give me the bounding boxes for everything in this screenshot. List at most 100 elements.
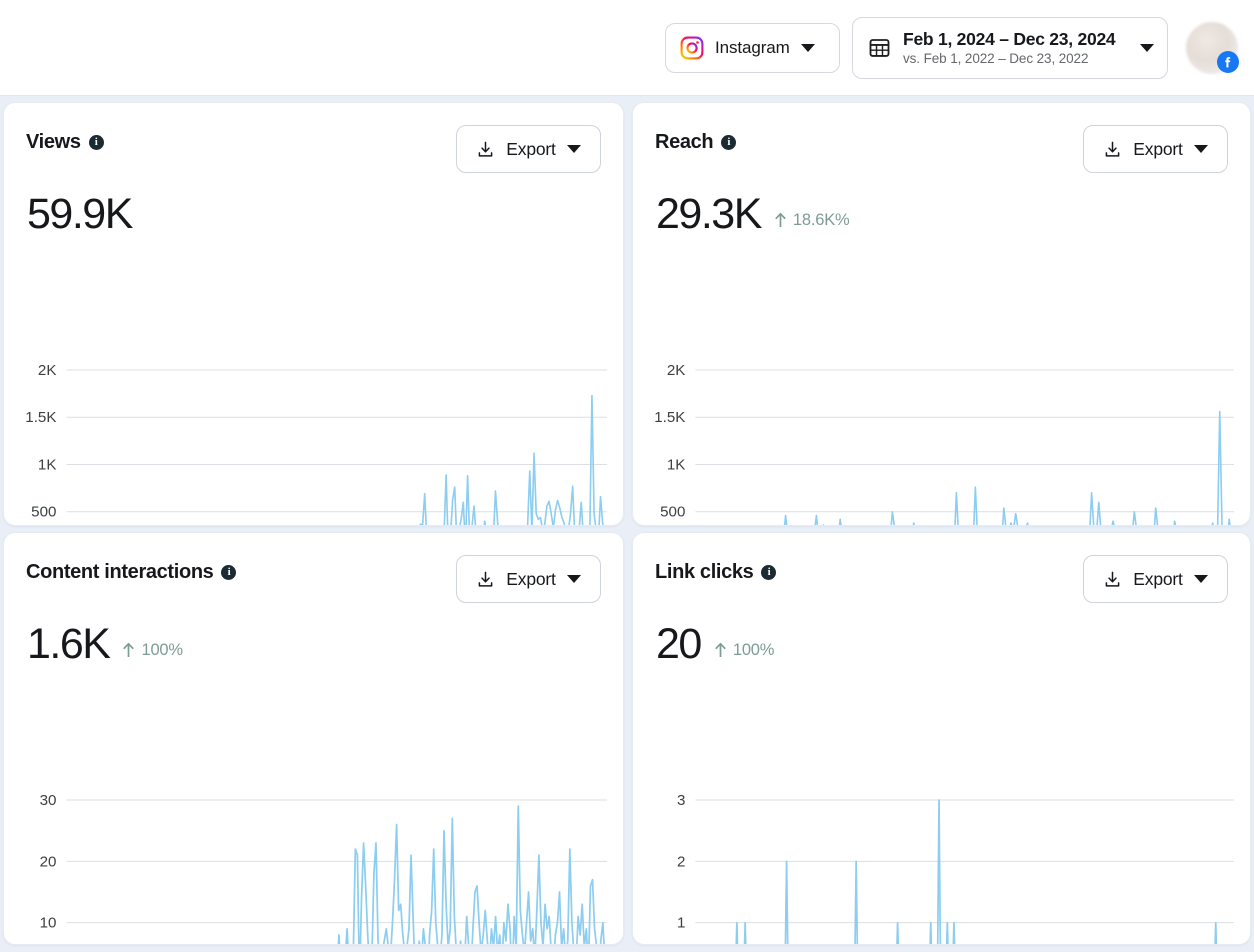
metric-delta: 100% bbox=[714, 641, 774, 660]
export-label: Export bbox=[1133, 138, 1183, 159]
svg-text:500: 500 bbox=[31, 504, 56, 521]
metric-card-content-interactions: Content interactions i Export 1.6K 100% … bbox=[3, 532, 624, 945]
views-chart-gridlines bbox=[66, 369, 607, 513]
facebook-badge-icon bbox=[1217, 50, 1239, 73]
info-icon[interactable]: i bbox=[221, 565, 237, 580]
views-chart-line bbox=[419, 394, 604, 525]
export-label: Export bbox=[506, 138, 556, 159]
svg-text:2: 2 bbox=[677, 853, 685, 870]
account-avatar[interactable] bbox=[1186, 21, 1239, 74]
metric-value: 20 bbox=[656, 620, 702, 668]
content-interactions-chart-yticks: 0102030 bbox=[40, 792, 57, 932]
info-icon[interactable]: i bbox=[88, 135, 104, 150]
content-interactions-chart[interactable]: 0102030 Feb 1Mar 22May 11Jun 30Aug 19Oct… bbox=[14, 788, 611, 944]
content-interactions-chart-line bbox=[337, 805, 605, 944]
svg-text:3: 3 bbox=[677, 792, 685, 809]
reach-chart[interactable]: 05001K1.5K2K Feb 1Mar 22May 11Jun 30Aug … bbox=[643, 358, 1238, 525]
svg-text:1.5K: 1.5K bbox=[25, 409, 56, 426]
card-title-label: Content interactions bbox=[26, 561, 214, 583]
metric-value: 1.6K bbox=[27, 620, 111, 668]
card-header: Views i Export bbox=[26, 125, 601, 175]
views-chart-yticks: 05001K1.5K2K bbox=[25, 362, 57, 521]
metrics-grid: Views i Export 59.9K 500 1K 1.5K 2K Reac… bbox=[0, 99, 1254, 952]
arrow-up-icon bbox=[122, 642, 135, 658]
metric-delta-value: 18.6K% bbox=[792, 210, 850, 229]
reach-chart-yticks: 05001K1.5K2K bbox=[654, 362, 685, 521]
chevron-down-icon bbox=[566, 145, 581, 153]
metric-card-views: Views i Export 59.9K 500 1K 1.5K 2K bbox=[3, 102, 624, 526]
svg-text:2K: 2K bbox=[38, 362, 57, 379]
link-clicks-chart-gridlines bbox=[695, 799, 1234, 924]
chevron-down-icon bbox=[1140, 43, 1154, 52]
header-controls: Instagram Feb 1, 2024 – Dec 23, 2024 vs.… bbox=[665, 16, 1239, 79]
svg-text:30: 30 bbox=[40, 792, 57, 809]
card-title: Content interactions i bbox=[26, 555, 237, 584]
export-button[interactable]: Export bbox=[1083, 125, 1228, 173]
svg-text:1.5K: 1.5K bbox=[654, 409, 685, 426]
instagram-icon bbox=[680, 36, 704, 60]
export-button[interactable]: Export bbox=[456, 555, 601, 603]
analytics-page: Instagram Feb 1, 2024 – Dec 23, 2024 vs.… bbox=[0, 0, 1254, 952]
download-icon bbox=[476, 140, 495, 159]
arrow-up-icon bbox=[774, 212, 787, 228]
chevron-down-icon bbox=[1193, 145, 1208, 153]
metric-delta-value: 100% bbox=[732, 640, 775, 659]
export-button[interactable]: Export bbox=[456, 125, 601, 173]
views-chart-svg: 05001K1.5K2K Feb 1Mar 22May 11Jun 30Aug … bbox=[25, 362, 607, 525]
download-icon bbox=[1103, 570, 1122, 589]
svg-text:1K: 1K bbox=[38, 457, 57, 474]
arrow-up-icon bbox=[714, 642, 727, 658]
chevron-down-icon bbox=[566, 575, 581, 583]
download-icon bbox=[476, 570, 495, 589]
page-header: Instagram Feb 1, 2024 – Dec 23, 2024 vs.… bbox=[0, 0, 1254, 96]
card-title-label: Link clicks bbox=[655, 561, 754, 583]
metric-delta: 18.6K% bbox=[774, 211, 850, 230]
export-label: Export bbox=[506, 568, 556, 589]
date-range-comparison: vs. Feb 1, 2022 – Dec 23, 2022 bbox=[903, 51, 1089, 66]
svg-text:20: 20 bbox=[40, 853, 57, 870]
metric-summary: 20 100% bbox=[656, 623, 1228, 666]
link-clicks-chart-svg: 0123 Feb 1Mar 22May 11Jun 30Aug 19Oct 8N… bbox=[677, 792, 1234, 944]
svg-text:2K: 2K bbox=[667, 362, 685, 379]
export-button[interactable]: Export bbox=[1083, 555, 1228, 603]
platform-label: Instagram bbox=[715, 37, 790, 57]
metric-delta-value: 100% bbox=[141, 640, 183, 659]
metric-delta: 100% bbox=[122, 640, 183, 660]
reach-chart-line bbox=[783, 410, 1231, 525]
chevron-down-icon bbox=[800, 43, 815, 52]
reach-chart-gridlines bbox=[695, 369, 1234, 513]
svg-text:10: 10 bbox=[40, 915, 57, 932]
link-clicks-chart-yticks: 0123 bbox=[677, 792, 685, 932]
reach-chart-svg: 05001K1.5K2K Feb 1Mar 22May 11Jun 30Aug … bbox=[654, 362, 1234, 525]
link-clicks-chart-line bbox=[735, 799, 1218, 944]
card-title-label: Views bbox=[26, 131, 81, 153]
card-title-label: Reach bbox=[655, 131, 714, 153]
card-header: Reach i Export bbox=[655, 125, 1228, 175]
date-range-primary: Feb 1, 2024 – Dec 23, 2024 bbox=[903, 29, 1116, 49]
metric-value: 59.9K bbox=[27, 190, 133, 238]
content-interactions-chart-svg: 0102030 Feb 1Mar 22May 11Jun 30Aug 19Oct… bbox=[40, 792, 607, 944]
svg-text:1K: 1K bbox=[667, 457, 685, 474]
calendar-icon bbox=[868, 36, 891, 59]
date-range-texts: Feb 1, 2024 – Dec 23, 2024 vs. Feb 1, 20… bbox=[903, 29, 1128, 66]
info-icon[interactable]: i bbox=[721, 135, 737, 150]
card-title: Link clicks i bbox=[655, 555, 777, 584]
card-title: Views i bbox=[26, 125, 104, 154]
metric-summary: 59.9K bbox=[27, 193, 601, 236]
date-range-selector[interactable]: Feb 1, 2024 – Dec 23, 2024 vs. Feb 1, 20… bbox=[852, 16, 1168, 79]
svg-text:1: 1 bbox=[677, 915, 685, 932]
link-clicks-chart[interactable]: 0123 Feb 1Mar 22May 11Jun 30Aug 19Oct 8N… bbox=[643, 788, 1238, 944]
card-header: Link clicks i Export bbox=[655, 555, 1228, 605]
metric-card-link-clicks: Link clicks i Export 20 100% 1 2 3 bbox=[632, 532, 1251, 945]
export-label: Export bbox=[1133, 568, 1183, 589]
info-icon[interactable]: i bbox=[761, 565, 777, 580]
views-chart[interactable]: 05001K1.5K2K Feb 1Mar 22May 11Jun 30Aug … bbox=[14, 358, 611, 525]
download-icon bbox=[1103, 140, 1122, 159]
card-title: Reach i bbox=[655, 125, 737, 154]
metric-summary: 1.6K 100% bbox=[27, 623, 601, 666]
metric-summary: 29.3K 18.6K% bbox=[656, 193, 1228, 236]
card-header: Content interactions i Export bbox=[26, 555, 601, 605]
svg-text:500: 500 bbox=[660, 504, 685, 521]
metric-value: 29.3K bbox=[656, 190, 762, 238]
platform-selector[interactable]: Instagram bbox=[665, 22, 840, 73]
